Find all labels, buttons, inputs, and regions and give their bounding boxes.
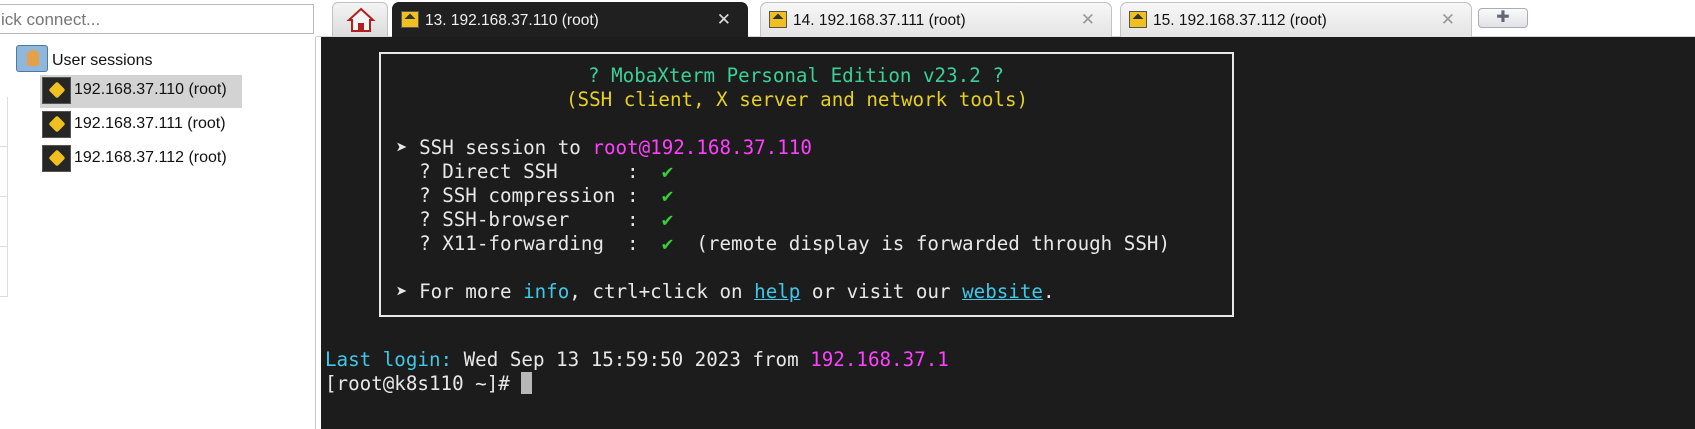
prompt-line[interactable]: [root@k8s110 ~]# bbox=[325, 372, 533, 396]
close-icon[interactable]: ✕ bbox=[1441, 10, 1455, 30]
banner-subtitle: (SSH client, X server and network tools) bbox=[566, 88, 1029, 111]
session-item-111[interactable]: 192.168.37.111 (root) bbox=[40, 109, 234, 142]
more-info-line: ➤ For more info, ctrl+click on help or v… bbox=[396, 280, 1055, 304]
last-login-line: Last login: Wed Sep 13 15:59:50 2023 fro… bbox=[325, 348, 949, 372]
feature-label: ? X11-forwarding : bbox=[396, 232, 662, 255]
feature-label: ? SSH-browser : bbox=[396, 208, 662, 231]
session-item-110[interactable]: 192.168.37.110 (root) bbox=[40, 75, 242, 108]
tab-label: 14. 192.168.37.111 (root) bbox=[793, 12, 966, 29]
session-target: root@192.168.37.110 bbox=[592, 136, 812, 159]
feature-direct-ssh: ? Direct SSH : ✔ bbox=[396, 160, 673, 184]
user-sessions-node[interactable]: User sessions bbox=[16, 45, 152, 72]
feature-label: ? Direct SSH : bbox=[396, 160, 662, 183]
session-label: 192.168.37.110 (root) bbox=[74, 81, 227, 98]
key-icon bbox=[42, 111, 71, 138]
check-icon: ✔ bbox=[661, 160, 674, 183]
more-end: . bbox=[1042, 280, 1055, 303]
info-link[interactable]: info bbox=[523, 280, 569, 303]
more-prefix: ➤ For more bbox=[396, 280, 524, 303]
tab-session-14[interactable]: 14. 192.168.37.111 (root) ✕ bbox=[760, 2, 1112, 37]
more-mid2: or visit our bbox=[800, 280, 963, 303]
quick-connect-input[interactable]: ick connect... bbox=[0, 4, 314, 34]
tab-label: 15. 192.168.37.112 (root) bbox=[1153, 12, 1327, 29]
home-tab[interactable] bbox=[332, 2, 388, 36]
key-icon bbox=[42, 77, 71, 104]
check-icon: ✔ bbox=[661, 184, 674, 207]
last-login-ip: 192.168.37.1 bbox=[810, 348, 949, 371]
check-icon: ✔ bbox=[661, 208, 674, 231]
home-icon bbox=[346, 7, 376, 32]
more-mid: , ctrl+click on bbox=[569, 280, 755, 303]
user-folder-icon bbox=[16, 45, 48, 72]
feature-note: (remote display is forwarded through SSH… bbox=[673, 232, 1170, 255]
help-link[interactable]: help bbox=[754, 280, 800, 303]
tab-label: 13. 192.168.37.110 (root) bbox=[425, 12, 599, 29]
session-label: 192.168.37.112 (root) bbox=[74, 149, 227, 166]
check-icon: ✔ bbox=[661, 232, 674, 255]
shell-prompt: [root@k8s110 ~]# bbox=[325, 372, 522, 395]
terminal[interactable]: ? MobaXterm Personal Edition v23.2 ? (SS… bbox=[321, 37, 1695, 429]
sidebar-strip bbox=[0, 97, 8, 297]
session-item-112[interactable]: 192.168.37.112 (root) bbox=[40, 143, 235, 176]
key-icon bbox=[42, 145, 71, 172]
session-label: 192.168.37.111 (root) bbox=[74, 115, 226, 132]
website-link[interactable]: website bbox=[962, 280, 1043, 303]
feature-browser: ? SSH-browser : ✔ bbox=[396, 208, 673, 232]
banner-title: ? MobaXterm Personal Edition v23.2 ? bbox=[588, 64, 1004, 87]
close-icon[interactable]: ✕ bbox=[717, 10, 731, 30]
tab-session-13[interactable]: 13. 192.168.37.110 (root) ✕ bbox=[392, 2, 748, 38]
feature-x11: ? X11-forwarding : ✔ (remote display is … bbox=[396, 232, 1170, 256]
feature-compression: ? SSH compression : ✔ bbox=[396, 184, 673, 208]
feature-label: ? SSH compression : bbox=[396, 184, 662, 207]
close-icon[interactable]: ✕ bbox=[1081, 10, 1095, 30]
new-tab-button[interactable]: ✚ bbox=[1478, 8, 1528, 28]
last-login-label: Last login: bbox=[325, 348, 453, 371]
last-login-date: Wed Sep 13 15:59:50 2023 from bbox=[452, 348, 811, 371]
session-prefix: ➤ SSH session to bbox=[396, 136, 593, 159]
plus-icon: ✚ bbox=[1496, 9, 1510, 26]
user-sessions-label: User sessions bbox=[52, 52, 153, 69]
text-cursor bbox=[521, 372, 533, 394]
tab-session-15[interactable]: 15. 192.168.37.112 (root) ✕ bbox=[1120, 2, 1472, 37]
session-sidebar: User sessions 192.168.37.110 (root) 192.… bbox=[0, 37, 316, 429]
key-icon bbox=[1129, 11, 1147, 28]
ssh-session-line: ➤ SSH session to root@192.168.37.110 bbox=[396, 136, 812, 160]
key-icon bbox=[769, 11, 787, 28]
key-icon bbox=[401, 11, 419, 28]
